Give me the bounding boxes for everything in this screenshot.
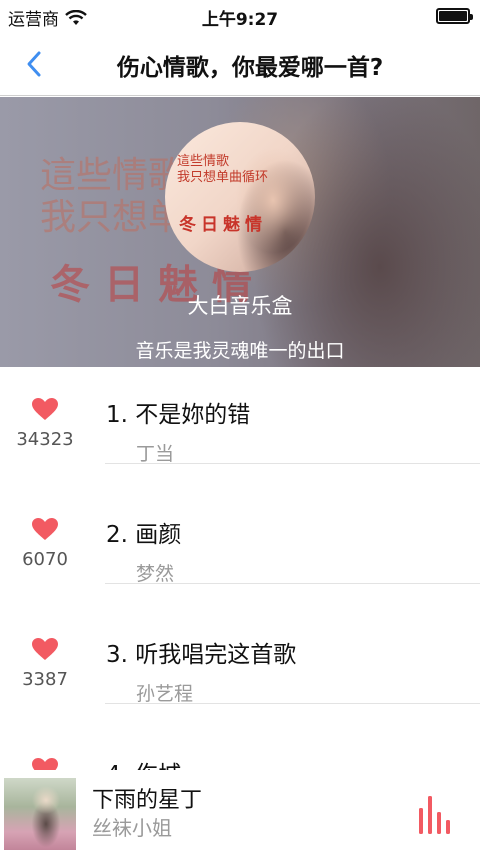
song-row[interactable]: 3387 3. 听我唱完这首歌 孙艺程	[0, 607, 480, 727]
page-title: 伤心情歌，你最爱哪一首?	[116, 55, 384, 81]
playlist-screen: 运营商 上午9:27 伤心情歌，你最爱哪一首? 這些情歌 我只想单曲循环 冬日魅…	[0, 0, 480, 852]
row-divider	[105, 463, 480, 464]
song-artist: 丁当	[136, 443, 175, 465]
now-playing-artist: 丝袜小姐	[92, 816, 172, 840]
song-artist: 梦然	[136, 563, 175, 585]
cover-text-line1: 這些情歌	[177, 154, 230, 169]
heart-icon	[32, 398, 58, 420]
cover-red-text: 冬日魅情	[179, 215, 267, 235]
mini-player[interactable]: 下雨的星丁 丝袜小姐	[0, 770, 480, 852]
like-button[interactable]: 6070	[0, 517, 90, 570]
status-bar: 运营商 上午9:27	[0, 0, 480, 32]
equalizer-icon[interactable]	[418, 796, 454, 834]
now-playing-cover[interactable]	[4, 778, 76, 850]
song-title: 1. 不是妳的错	[106, 402, 251, 428]
navigation-bar: 伤心情歌，你最爱哪一首?	[0, 32, 480, 96]
like-count: 34323	[16, 429, 74, 450]
row-divider	[105, 703, 480, 704]
creator-name[interactable]: 大白音乐盒	[0, 290, 480, 320]
song-row[interactable]: 6070 2. 画颜 梦然	[0, 487, 480, 607]
song-row[interactable]: 34323 1. 不是妳的错 丁当	[0, 367, 480, 487]
song-artist: 孙艺程	[136, 683, 194, 705]
chevron-left-icon	[27, 51, 41, 77]
playlist-banner: 這些情歌 我只想单曲循环 冬日魅情 這些情歌 我只想单曲循环 冬日魅情 大白音乐…	[0, 97, 480, 367]
like-button[interactable]: 34323	[0, 397, 90, 450]
creator-motto: 音乐是我灵魂唯一的出口	[135, 340, 345, 362]
song-title: 3. 听我唱完这首歌	[106, 642, 297, 668]
heart-icon	[32, 518, 58, 540]
row-divider	[105, 583, 480, 584]
cover-text-line2: 我只想单曲循环	[177, 170, 269, 185]
song-title: 2. 画颜	[106, 522, 182, 548]
back-button[interactable]	[16, 46, 52, 82]
battery-icon	[436, 8, 473, 24]
status-time: 上午9:27	[201, 10, 279, 30]
like-count: 6070	[22, 549, 68, 570]
like-button[interactable]: 3387	[0, 637, 90, 690]
like-count: 3387	[22, 669, 68, 690]
cover-artwork-text: 這些情歌 我只想单曲循环	[177, 154, 268, 186]
heart-icon	[32, 638, 58, 660]
now-playing-title: 下雨的星丁	[92, 788, 203, 813]
playlist-cover-image[interactable]: 這些情歌 我只想单曲循环 冬日魅情	[165, 122, 315, 272]
